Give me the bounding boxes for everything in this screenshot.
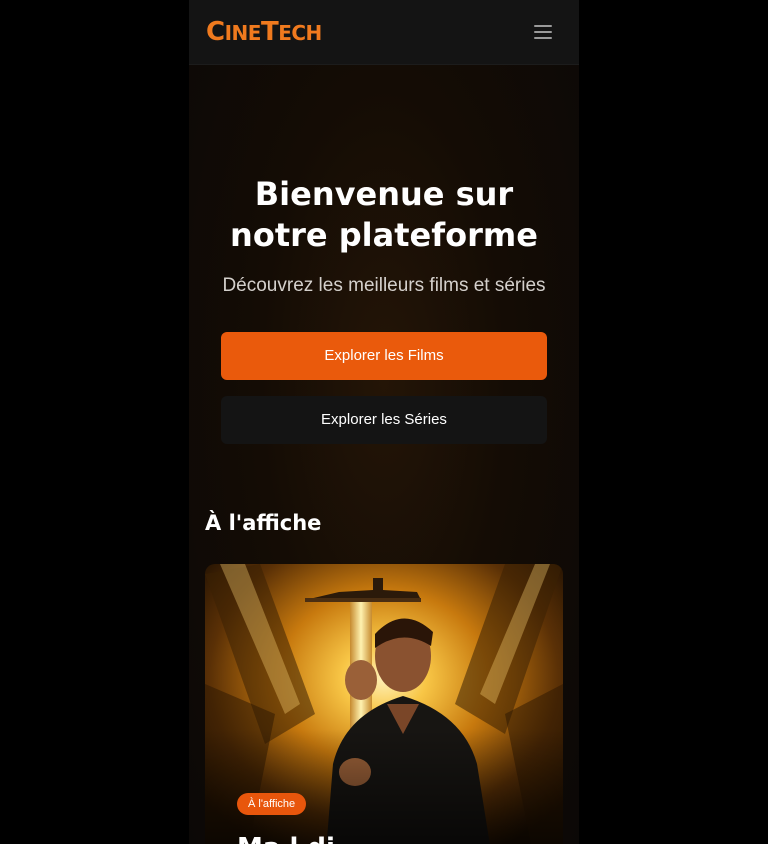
featured-section-title: À l'affiche bbox=[205, 511, 322, 535]
logo-part-ine: INE bbox=[224, 21, 262, 45]
logo-part-ech: ECH bbox=[278, 21, 322, 45]
now-showing-badge: À l'affiche bbox=[237, 793, 307, 815]
hero-subtitle: Découvrez les meilleurs films et séries bbox=[222, 275, 546, 296]
mobile-viewport: CINETECH Bienvenue sur notre plateforme … bbox=[189, 0, 579, 844]
explore-series-button[interactable]: Explorer les Séries bbox=[221, 396, 547, 444]
menu-button[interactable] bbox=[529, 20, 557, 44]
hamburger-menu-icon bbox=[534, 25, 552, 39]
top-navbar: CINETECH bbox=[189, 0, 579, 65]
movie-title: Ma l di bbox=[237, 832, 335, 844]
cinetech-logo[interactable]: CINETECH bbox=[206, 16, 322, 49]
featured-movie-card[interactable]: À l'affiche Ma l di bbox=[205, 564, 563, 844]
hero-title: Bienvenue sur notre plateforme bbox=[230, 175, 538, 254]
explore-films-button[interactable]: Explorer les Films bbox=[221, 332, 547, 380]
logo-letter-c: C bbox=[206, 17, 225, 47]
logo-letter-t: T bbox=[260, 17, 279, 47]
